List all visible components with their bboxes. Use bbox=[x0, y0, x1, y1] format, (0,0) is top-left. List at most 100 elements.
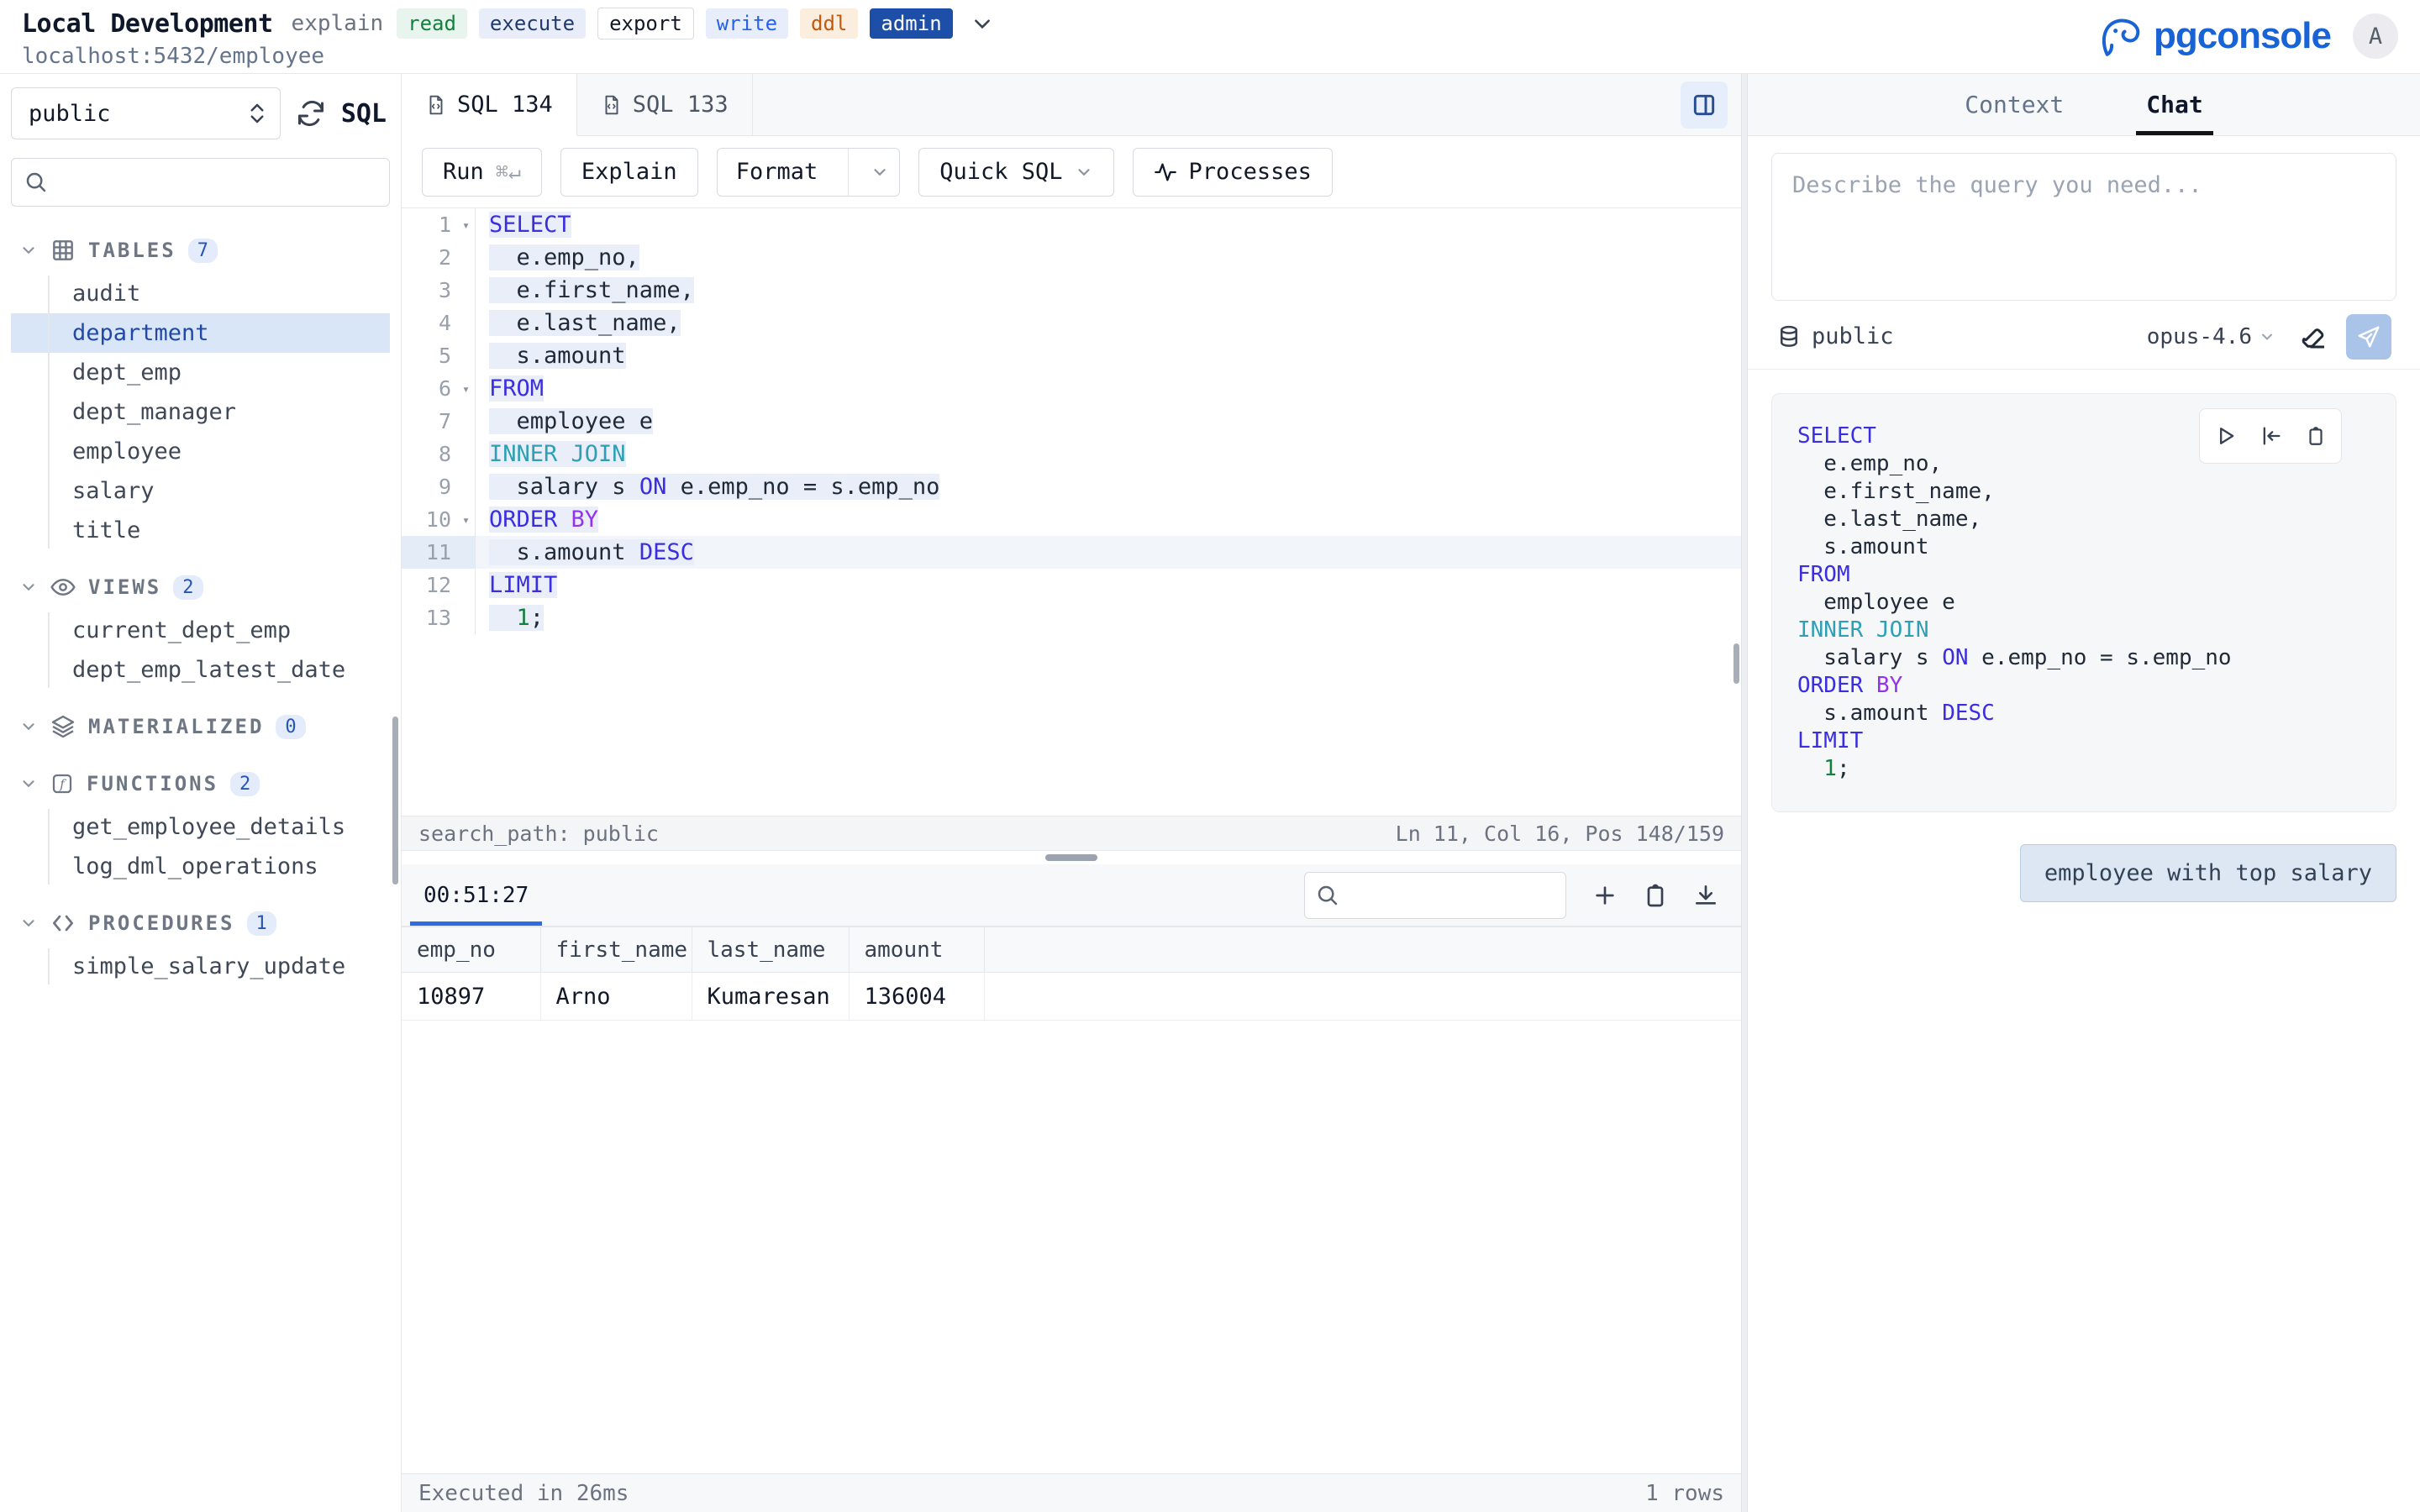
sidebar-scrollbar[interactable] bbox=[392, 717, 398, 885]
fold-marker-icon[interactable]: ▾ bbox=[462, 218, 470, 233]
tab-context[interactable]: Context bbox=[1961, 74, 2067, 135]
tree-item-get_employee_details[interactable]: get_employee_details bbox=[11, 807, 390, 847]
add-result-tab-icon[interactable] bbox=[1591, 882, 1618, 909]
code-line-10[interactable]: 10▾ORDER BY bbox=[402, 503, 1741, 536]
tree-item-employee[interactable]: employee bbox=[11, 432, 390, 471]
tree-item-title[interactable]: title bbox=[11, 511, 390, 550]
result-timer-tab[interactable]: 00:51:27 bbox=[402, 864, 550, 926]
mode-label: explain bbox=[292, 11, 384, 36]
tree-item-audit[interactable]: audit bbox=[11, 274, 390, 313]
sidebar-search[interactable] bbox=[11, 158, 390, 207]
schema-context[interactable]: public bbox=[1776, 323, 1894, 349]
tab-chat[interactable]: Chat bbox=[2143, 74, 2206, 135]
code-line-3[interactable]: 3 e.first_name, bbox=[402, 274, 1741, 307]
code-line-6[interactable]: 6▾FROM bbox=[402, 372, 1741, 405]
avatar[interactable]: A bbox=[2353, 13, 2398, 59]
tree-item-dept_emp_latest_date[interactable]: dept_emp_latest_date bbox=[11, 650, 390, 690]
search-path-label: search_path: public bbox=[418, 822, 659, 846]
fold-marker-icon[interactable]: ▾ bbox=[462, 381, 470, 396]
pgconsole-elephant-icon bbox=[2096, 12, 2145, 60]
editor-tab-sql-133[interactable]: SQL 133 bbox=[577, 74, 753, 135]
schema-sidebar: public SQL TABLES7auditdepartmentdept_em… bbox=[0, 74, 402, 1512]
code-line-11[interactable]: 11 s.amount DESC bbox=[402, 536, 1741, 569]
code-icon bbox=[50, 910, 76, 937]
code-line-7[interactable]: 7 employee e bbox=[402, 405, 1741, 438]
query-description-input[interactable] bbox=[1771, 153, 2396, 301]
sql-mode-label[interactable]: SQL bbox=[341, 99, 387, 129]
updown-chevron-icon bbox=[246, 101, 268, 126]
schema-select[interactable]: public bbox=[11, 87, 281, 139]
insert-into-editor-icon[interactable] bbox=[2260, 424, 2283, 448]
run-snippet-icon[interactable] bbox=[2214, 424, 2238, 448]
assistant-sql-code: SELECT e.emp_no, e.first_name, e.last_na… bbox=[1797, 423, 2379, 783]
tree-item-current_dept_emp[interactable]: current_dept_emp bbox=[11, 611, 390, 650]
column-header-amount[interactable]: amount bbox=[849, 927, 984, 973]
eye-icon bbox=[50, 574, 76, 601]
code-line-9[interactable]: 9 salary s ON e.emp_no = s.emp_no bbox=[402, 470, 1741, 503]
header-expand-chevron-icon[interactable] bbox=[971, 13, 993, 34]
line-number: 4 bbox=[402, 307, 476, 339]
refresh-icon[interactable] bbox=[296, 98, 326, 129]
line-number: 11 bbox=[402, 536, 476, 569]
code-line-12[interactable]: 12LIMIT bbox=[402, 569, 1741, 601]
code-line-2[interactable]: 2 e.emp_no, bbox=[402, 241, 1741, 274]
section-count-badge: 2 bbox=[173, 575, 203, 600]
permission-badge-read[interactable]: read bbox=[397, 8, 467, 39]
quick-sql-button[interactable]: Quick SQL bbox=[918, 148, 1113, 197]
fold-marker-icon[interactable]: ▾ bbox=[462, 512, 470, 528]
code-line-5[interactable]: 5 s.amount bbox=[402, 339, 1741, 372]
permission-badge-execute[interactable]: execute bbox=[479, 8, 586, 39]
tree-item-department[interactable]: department bbox=[11, 313, 390, 353]
tree-item-salary[interactable]: salary bbox=[11, 471, 390, 511]
permission-badge-ddl[interactable]: ddl bbox=[800, 8, 858, 39]
permission-badge-admin[interactable]: admin bbox=[870, 8, 952, 39]
user-message-bubble: employee with top salary bbox=[2020, 844, 2396, 902]
splitter-handle[interactable] bbox=[1045, 854, 1097, 861]
split-panel-icon[interactable] bbox=[1681, 81, 1728, 129]
send-button[interactable] bbox=[2346, 314, 2391, 360]
chevron-down-icon bbox=[19, 717, 38, 736]
code-line-8[interactable]: 8INNER JOIN bbox=[402, 438, 1741, 470]
processes-button[interactable]: Processes bbox=[1133, 148, 1333, 197]
section-header-views[interactable]: VIEWS2 bbox=[11, 567, 390, 607]
results-search-input[interactable] bbox=[1347, 883, 1614, 907]
code-line-4[interactable]: 4 e.last_name, bbox=[402, 307, 1741, 339]
chevron-down-icon bbox=[19, 914, 38, 932]
results-splitter[interactable] bbox=[402, 851, 1741, 864]
table-row[interactable]: 10897ArnoKumaresan136004 bbox=[402, 973, 1741, 1021]
column-header-emp_no[interactable]: emp_no bbox=[402, 927, 540, 973]
copy-snippet-icon[interactable] bbox=[2305, 425, 2327, 447]
format-dropdown-chevron-icon[interactable] bbox=[860, 149, 899, 196]
section-header-tables[interactable]: TABLES7 bbox=[11, 230, 390, 270]
tree-item-dept_manager[interactable]: dept_manager bbox=[11, 392, 390, 432]
column-header-first_name[interactable]: first_name bbox=[540, 927, 692, 973]
model-chevron-icon bbox=[2259, 328, 2275, 345]
panel-divider[interactable] bbox=[1741, 74, 1748, 1512]
sidebar-search-input[interactable] bbox=[57, 170, 377, 195]
tree-item-dept_emp[interactable]: dept_emp bbox=[11, 353, 390, 392]
sql-editor[interactable]: 1▾SELECT2 e.emp_no,3 e.first_name,4 e.la… bbox=[402, 208, 1741, 816]
format-button[interactable]: Format bbox=[717, 148, 901, 197]
results-search[interactable] bbox=[1304, 872, 1566, 919]
file-code-icon bbox=[601, 94, 623, 116]
code-line-13[interactable]: 13 1; bbox=[402, 601, 1741, 634]
editor-scrollbar[interactable] bbox=[1733, 643, 1739, 684]
run-button[interactable]: Run ⌘↵ bbox=[422, 148, 542, 197]
line-number: 7 bbox=[402, 405, 476, 438]
column-header-last_name[interactable]: last_name bbox=[692, 927, 849, 973]
permission-badge-export[interactable]: export bbox=[597, 8, 694, 39]
editor-tab-sql-134[interactable]: SQL 134 bbox=[402, 74, 577, 136]
section-header-materialized[interactable]: MATERIALIZED0 bbox=[11, 706, 390, 747]
code-line-1[interactable]: 1▾SELECT bbox=[402, 208, 1741, 241]
clear-chat-eraser-icon[interactable] bbox=[2299, 322, 2329, 352]
model-select[interactable]: opus-4.6 bbox=[2147, 324, 2275, 349]
section-header-procedures[interactable]: PROCEDURES1 bbox=[11, 903, 390, 943]
connection-string: localhost:5432/employee bbox=[22, 44, 2420, 69]
section-header-functions[interactable]: fFUNCTIONS2 bbox=[11, 764, 390, 804]
tree-item-simple_salary_update[interactable]: simple_salary_update bbox=[11, 947, 390, 986]
copy-results-icon[interactable] bbox=[1642, 882, 1669, 909]
permission-badge-write[interactable]: write bbox=[706, 8, 788, 39]
download-results-icon[interactable] bbox=[1692, 882, 1719, 909]
explain-button[interactable]: Explain bbox=[560, 148, 698, 197]
tree-item-log_dml_operations[interactable]: log_dml_operations bbox=[11, 847, 390, 886]
